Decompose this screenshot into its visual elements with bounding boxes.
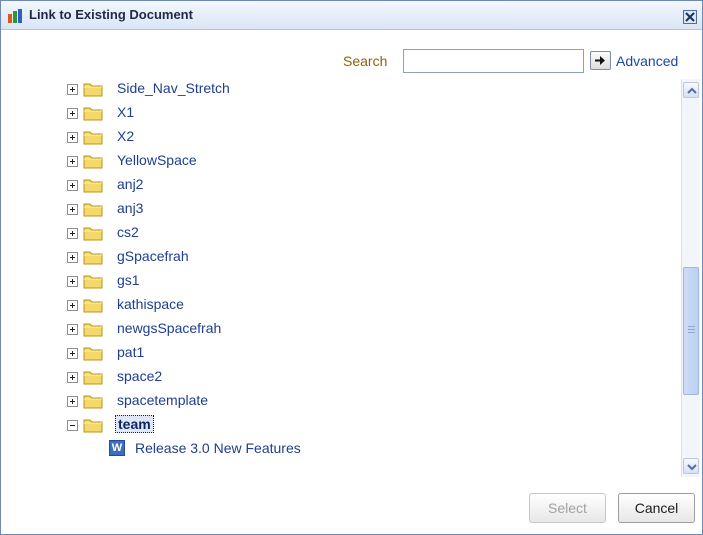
tree-node-label[interactable]: team [115, 415, 154, 433]
expand-icon[interactable] [67, 276, 78, 287]
chevron-down-icon [687, 464, 697, 471]
tree-node[interactable]: kathispace [1, 293, 681, 317]
tree-node-label[interactable]: cs2 [117, 224, 139, 240]
tree-node[interactable]: X1 [1, 101, 681, 125]
document-tree: Side_Nav_Stretch X1 X2 YellowSpace anj2 … [1, 77, 681, 461]
tree-document-node[interactable]: W Release 3.0 New Features [1, 437, 681, 461]
close-icon [685, 12, 695, 22]
tree-node[interactable]: anj2 [1, 173, 681, 197]
tree-node[interactable]: gs1 [1, 269, 681, 293]
arrow-right-icon [595, 56, 605, 65]
tree-node-label[interactable]: pat1 [117, 344, 144, 360]
expand-icon[interactable] [67, 156, 78, 167]
folder-icon [83, 227, 103, 241]
tree-node-label[interactable]: spacetemplate [117, 392, 208, 408]
folder-icon [83, 131, 103, 145]
expand-icon[interactable] [67, 348, 78, 359]
tree-node-label[interactable]: X1 [117, 104, 134, 120]
tree-node-label[interactable]: YellowSpace [117, 152, 197, 168]
folder-icon [83, 179, 103, 193]
tree-node-label[interactable]: space2 [117, 368, 162, 384]
expand-icon[interactable] [67, 372, 78, 383]
collapse-icon[interactable] [67, 420, 78, 431]
tree-node[interactable]: newgsSpacefrah [1, 317, 681, 341]
app-chart-icon [8, 9, 22, 23]
vertical-scrollbar[interactable] [681, 79, 700, 477]
select-button[interactable]: Select [529, 493, 606, 523]
folder-icon [83, 275, 103, 289]
tree-node-label[interactable]: anj2 [117, 176, 143, 192]
tree-node-label[interactable]: anj3 [117, 200, 143, 216]
folder-icon [83, 83, 103, 97]
tree-node[interactable]: YellowSpace [1, 149, 681, 173]
search-go-button[interactable] [590, 51, 611, 70]
folder-icon [83, 371, 103, 385]
expand-icon[interactable] [67, 252, 78, 263]
expand-icon[interactable] [67, 132, 78, 143]
title-bar: Link to Existing Document [1, 1, 702, 30]
tree-node-label[interactable]: gSpacefrah [117, 248, 189, 264]
expand-icon[interactable] [67, 396, 78, 407]
search-input[interactable] [403, 49, 584, 73]
tree-node-label[interactable]: newgsSpacefrah [117, 320, 221, 336]
folder-icon [83, 323, 103, 337]
expand-icon[interactable] [67, 324, 78, 335]
scroll-up-button[interactable] [683, 82, 699, 98]
cancel-button[interactable]: Cancel [618, 493, 695, 523]
folder-icon [83, 299, 103, 313]
folder-icon [83, 251, 103, 265]
word-document-icon: W [109, 440, 125, 456]
chevron-up-icon [687, 87, 697, 94]
expand-icon[interactable] [67, 228, 78, 239]
document-label[interactable]: Release 3.0 New Features [135, 440, 301, 456]
expand-icon[interactable] [67, 180, 78, 191]
link-to-existing-document-dialog: Link to Existing Document Search Advance… [0, 0, 703, 535]
tree-node[interactable]: pat1 [1, 341, 681, 365]
folder-icon [83, 155, 103, 169]
expand-icon[interactable] [67, 108, 78, 119]
tree-node[interactable]: gSpacefrah [1, 245, 681, 269]
expand-icon[interactable] [67, 84, 78, 95]
search-label: Search [343, 53, 388, 69]
tree-node-label[interactable]: gs1 [117, 272, 140, 288]
tree-node-label[interactable]: kathispace [117, 296, 184, 312]
close-button[interactable] [683, 10, 697, 24]
tree-node[interactable]: anj3 [1, 197, 681, 221]
folder-icon [83, 395, 103, 409]
tree-node-label[interactable]: X2 [117, 128, 134, 144]
tree-node[interactable]: space2 [1, 365, 681, 389]
tree-node[interactable]: X2 [1, 125, 681, 149]
scroll-thumb-grip [688, 326, 695, 333]
tree-node-label[interactable]: Side_Nav_Stretch [117, 80, 230, 96]
folder-icon [83, 347, 103, 361]
expand-icon[interactable] [67, 300, 78, 311]
folder-icon [83, 107, 103, 121]
folder-icon [83, 203, 103, 217]
dialog-title: Link to Existing Document [29, 7, 193, 22]
tree-node[interactable]: cs2 [1, 221, 681, 245]
advanced-search-link[interactable]: Advanced [616, 53, 678, 69]
scroll-down-button[interactable] [683, 458, 699, 474]
scroll-thumb[interactable] [683, 267, 699, 395]
tree-node-selected[interactable]: team [1, 413, 681, 437]
folder-open-icon [83, 419, 103, 433]
tree-node[interactable]: Side_Nav_Stretch [1, 77, 681, 101]
tree-node[interactable]: spacetemplate [1, 389, 681, 413]
expand-icon[interactable] [67, 204, 78, 215]
